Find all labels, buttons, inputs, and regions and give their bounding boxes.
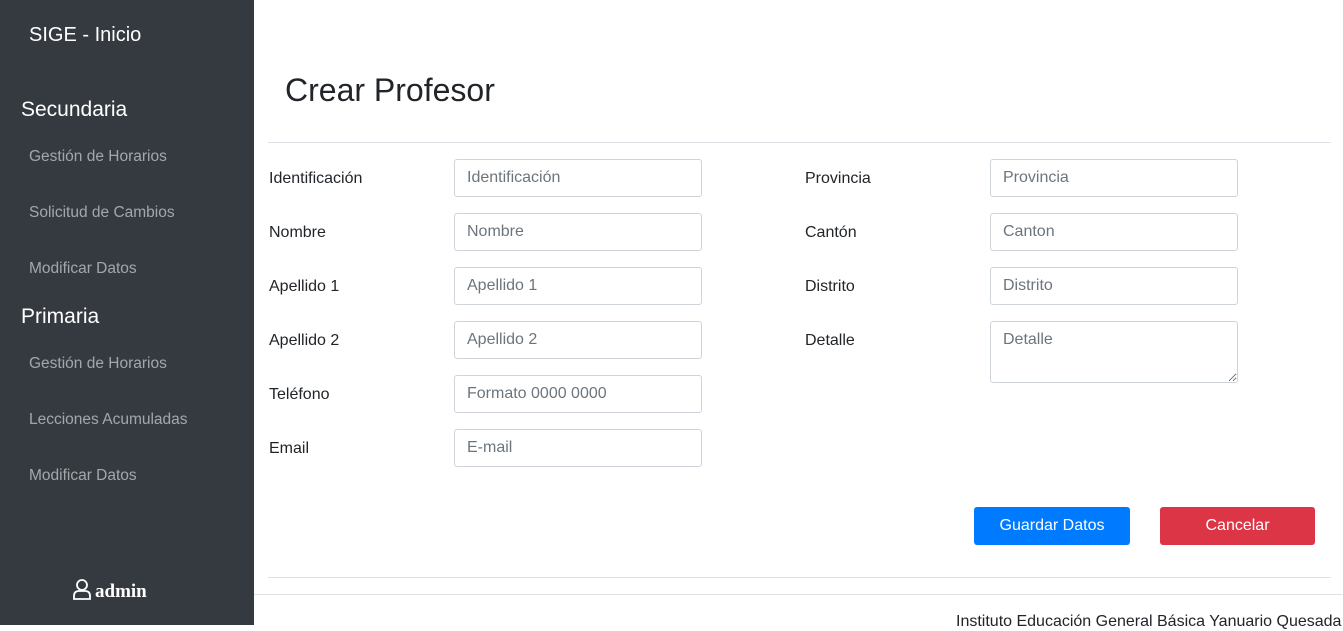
distrito-input[interactable]	[990, 267, 1238, 305]
title-divider	[268, 142, 1331, 143]
cancel-button[interactable]: Cancelar	[1160, 507, 1315, 545]
nombre-input[interactable]	[454, 213, 702, 251]
label-apellido-2: Apellido 2	[269, 332, 340, 349]
form-divider	[268, 577, 1331, 578]
sidebar: SIGE - Inicio Secundaria Gestión de Hora…	[0, 0, 254, 625]
apellido-2-input[interactable]	[454, 321, 702, 359]
identificacion-input[interactable]	[454, 159, 702, 197]
canton-input[interactable]	[990, 213, 1238, 251]
detalle-textarea[interactable]	[990, 321, 1238, 383]
nav-primaria-modificar-datos[interactable]: Modificar Datos	[29, 467, 137, 485]
label-nombre: Nombre	[269, 224, 326, 241]
provincia-input[interactable]	[990, 159, 1238, 197]
label-provincia: Provincia	[805, 170, 871, 187]
brand-link[interactable]: SIGE - Inicio	[29, 24, 141, 47]
telefono-input[interactable]	[454, 375, 702, 413]
nav-secundaria-gestion-horarios[interactable]: Gestión de Horarios	[29, 148, 167, 166]
user-name: admin	[95, 581, 147, 602]
save-button[interactable]: Guardar Datos	[974, 507, 1130, 545]
apellido-1-input[interactable]	[454, 267, 702, 305]
label-telefono: Teléfono	[269, 386, 330, 403]
label-apellido-1: Apellido 1	[269, 278, 340, 295]
section-title-primaria: Primaria	[21, 305, 100, 328]
footer-divider	[254, 594, 1343, 595]
section-title-secundaria: Secundaria	[21, 98, 128, 121]
nav-secundaria-modificar-datos[interactable]: Modificar Datos	[29, 260, 137, 278]
label-identificacion: Identificación	[269, 170, 363, 187]
user-icon	[72, 578, 95, 606]
main-content: Crear Profesor Identificación Nombre Ape…	[254, 0, 1343, 630]
footer-text: Instituto Educación General Básica Yanua…	[956, 613, 1342, 630]
label-distrito: Distrito	[805, 278, 855, 295]
user-menu[interactable]: admin	[72, 578, 147, 606]
email-input[interactable]	[454, 429, 702, 467]
page-title: Crear Profesor	[285, 72, 495, 108]
nav-secundaria-solicitud-cambios[interactable]: Solicitud de Cambios	[29, 204, 175, 222]
label-detalle: Detalle	[805, 332, 855, 349]
label-canton: Cantón	[805, 224, 857, 241]
nav-primaria-lecciones-acumuladas[interactable]: Lecciones Acumuladas	[29, 411, 188, 429]
nav-primaria-gestion-horarios[interactable]: Gestión de Horarios	[29, 355, 167, 373]
label-email: Email	[269, 440, 310, 457]
